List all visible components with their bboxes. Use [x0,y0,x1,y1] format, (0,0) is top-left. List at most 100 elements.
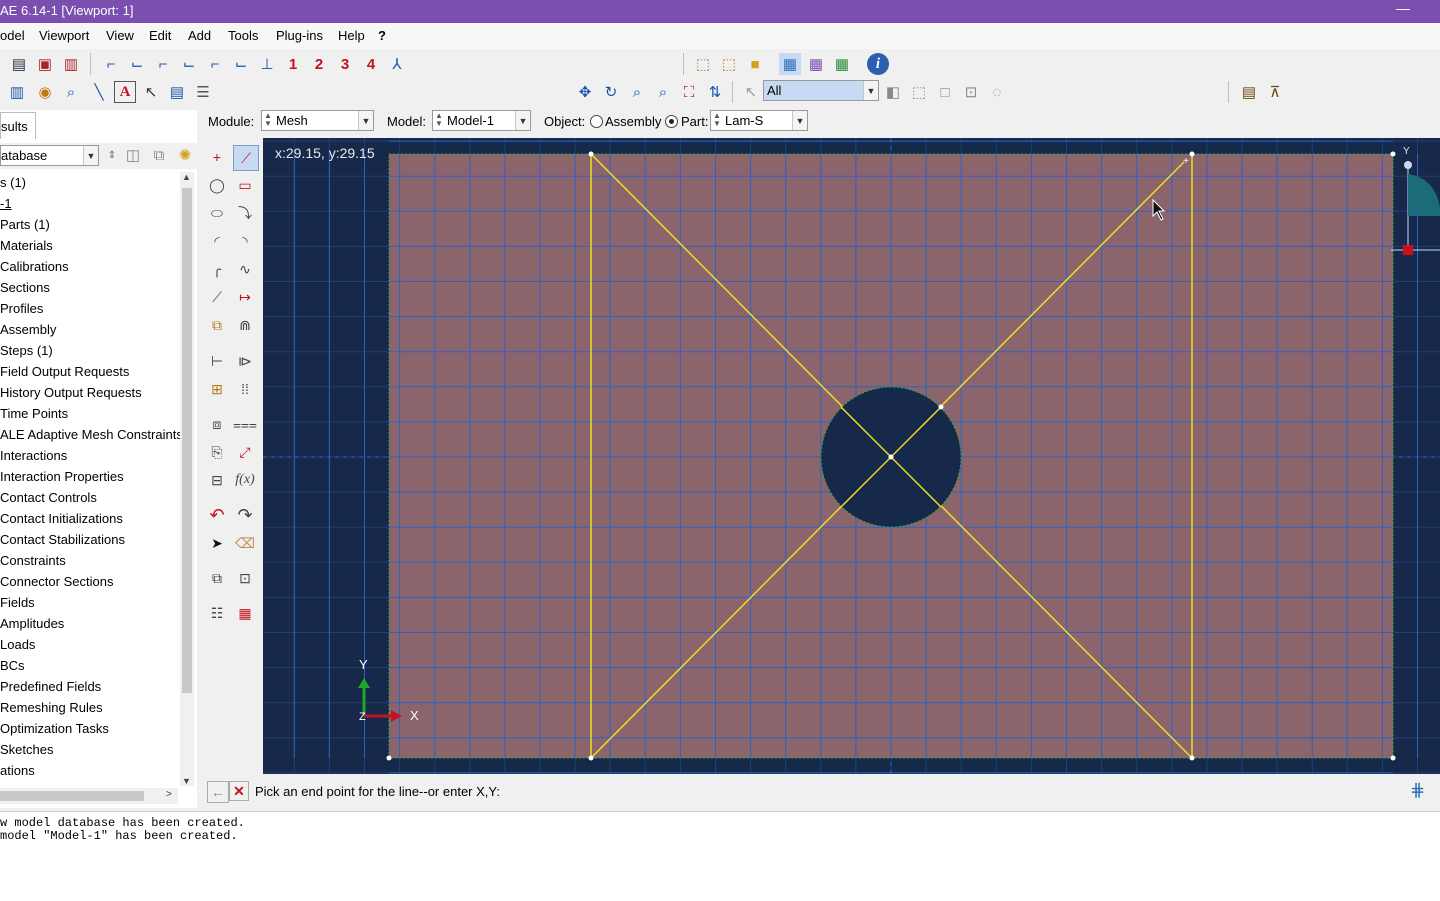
select-drag-icon[interactable]: ⊡ [960,81,982,103]
box-zoom-icon[interactable]: ⌕ [652,81,674,103]
assembly-radio[interactable] [590,115,603,128]
rectangle-icon[interactable]: ▭ [233,173,257,197]
menu-help[interactable]: Help [338,28,365,43]
menu-tools[interactable]: Tools [228,28,258,43]
tree-item[interactable]: Loads [0,637,35,652]
arc-center-icon[interactable]: ◜ [205,229,229,253]
menu-add[interactable]: Add [188,28,211,43]
chevron-down-icon[interactable]: ▼ [863,81,878,100]
render-hidden-icon[interactable]: ⬚ [718,53,740,75]
render-wireframe-icon[interactable]: ⬚ [692,53,714,75]
tree-item[interactable]: Parts (1) [0,217,50,232]
pointer-icon[interactable]: ↖ [140,81,162,103]
arc-tangent-icon[interactable]: ⤵ [233,201,257,225]
tree-item[interactable]: Materials [0,238,53,253]
tree-item[interactable]: Profiles [0,301,43,316]
lightbulb-icon[interactable]: ✺ [174,144,196,166]
tree-item[interactable]: -1 [0,196,12,211]
cycle-views-icon[interactable]: ⇅ [704,81,726,103]
hscroll-thumb[interactable] [0,791,144,801]
parameter-icon[interactable]: ⊟ [205,468,229,492]
tree-item[interactable]: Interaction Properties [0,469,124,484]
select-lasso-icon[interactable]: ◌ [986,81,1008,103]
expand-tree-icon[interactable]: ⧉ [148,144,170,166]
chevron-down-icon[interactable]: ▼ [515,111,530,130]
fillet-icon[interactable]: ╭ [205,257,229,281]
eraser-icon[interactable]: ⌫ [233,531,257,555]
viewport-canvas[interactable]: + Y X Z Y [263,138,1440,774]
camera-icon[interactable]: ◉ [34,81,56,103]
user-view-1-button[interactable]: 1 [282,53,304,75]
save-sketch-icon[interactable]: ⊡ [233,566,257,590]
user-view-4-button[interactable]: 4 [360,53,382,75]
print-icon[interactable]: ▤ [8,53,30,75]
pen-icon[interactable]: ╲ [88,81,110,103]
tree-item[interactable]: Sections [0,280,50,295]
function-icon[interactable]: f(x) [233,468,257,492]
tree-item[interactable]: Interactions [0,448,67,463]
chevron-down-icon[interactable]: ▼ [358,111,373,130]
menu-viewport[interactable]: Viewport [39,28,89,43]
render-shaded-icon[interactable]: ■ [744,53,766,75]
arc-3pt-icon[interactable]: ◝ [233,229,257,253]
dimension-icon[interactable]: ⊢ [205,349,229,373]
database-combo[interactable]: atabase ▼ [0,145,99,166]
back-arrow-icon[interactable]: ← [207,781,229,803]
triad-view-icon[interactable]: ⅄ [386,53,408,75]
tree-item[interactable]: BCs [0,658,25,673]
tree-vertical-scrollbar[interactable]: ▲ ▼ [180,172,194,786]
magnify-icon[interactable]: ⌕ [626,81,648,103]
stretch-icon[interactable]: ⤢ [233,440,257,464]
tree-item[interactable]: Constraints [0,553,66,568]
tree-item[interactable]: Contact Stabilizations [0,532,125,547]
menu-plugins[interactable]: Plug-ins [276,28,323,43]
tree-item[interactable]: Contact Controls [0,490,97,505]
tree-item[interactable]: ations [0,763,35,778]
sketch-options-icon[interactable]: ☷ [205,601,229,625]
tree-item[interactable]: Calibrations [0,259,69,274]
translate-icon[interactable]: ⧈ [205,412,229,436]
open-sketch-icon[interactable]: ⧉ [205,566,229,590]
tree-item[interactable]: Connector Sections [0,574,113,589]
redo-icon[interactable]: ↷ [233,503,257,527]
cancel-procedure-icon[interactable]: ✕ [229,781,249,801]
tree-item[interactable]: Remeshing Rules [0,700,103,715]
copy-icon[interactable]: ⎘ [205,440,229,464]
context-help-icon[interactable]: ? [378,28,386,43]
menu-edit[interactable]: Edit [149,28,171,43]
layout-icon[interactable]: ▥ [6,81,28,103]
tree-item[interactable]: Predefined Fields [0,679,101,694]
part-combo[interactable]: ▲ ▼ Lam-S ▼ [710,110,808,131]
tree-item[interactable]: Time Points [0,406,68,421]
undo-icon[interactable]: ↶ [205,503,229,527]
view-right-icon[interactable]: ⌙ [230,53,252,75]
scroll-thumb[interactable] [182,188,192,693]
print-setup-icon[interactable]: ▥ [60,53,82,75]
scroll-right-icon[interactable]: > [166,789,172,800]
mirror-icon[interactable]: ⧐ [233,349,257,373]
viewport[interactable]: + Y X Z Y [263,138,1440,774]
tree-item[interactable]: ALE Adaptive Mesh Constraints [0,427,180,442]
offset-icon[interactable]: ↦ [233,285,257,309]
list-icon[interactable]: ☰ [192,81,214,103]
view-top-icon[interactable]: ⌐ [152,53,174,75]
rotate-icon[interactable]: ↻ [600,81,622,103]
scroll-down-icon[interactable]: ▼ [182,776,191,786]
filter-tree-icon[interactable]: ◫ [122,144,144,166]
minimize-button[interactable]: — [1396,0,1410,16]
user-view-3-button[interactable]: 3 [334,53,356,75]
circle-icon[interactable]: ◯ [205,173,229,197]
tree-item[interactable]: Fields [0,595,35,610]
ellipse-icon[interactable]: ⬭ [205,201,229,225]
tree-item[interactable]: Amplitudes [0,616,64,631]
auto-fit-icon[interactable]: ⛶ [678,81,700,103]
construction-line-icon[interactable]: ⟋ [205,285,229,309]
selection-filter-combo[interactable]: All ▼ [763,80,879,101]
chevron-down-icon[interactable]: ▼ [83,146,98,165]
user-view-2-button[interactable]: 2 [308,53,330,75]
select-rect-icon[interactable]: □ [934,81,956,103]
view-back-icon[interactable]: ⌙ [126,53,148,75]
tree-item[interactable]: s (1) [0,175,26,190]
info-icon[interactable]: i [867,53,889,75]
view-left-icon[interactable]: ⌐ [204,53,226,75]
